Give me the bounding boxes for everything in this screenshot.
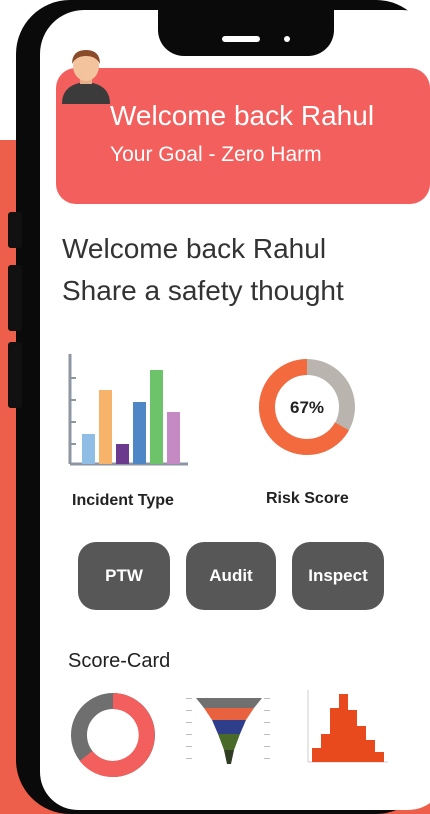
volume-up-button xyxy=(8,265,22,331)
volume-down-button xyxy=(8,342,22,408)
risk-score-label: Risk Score xyxy=(266,490,349,507)
greeting-line-1: Welcome back Rahul xyxy=(62,233,327,264)
inspect-button[interactable]: Inspect xyxy=(292,542,384,610)
scorecard-donut[interactable] xyxy=(68,690,158,780)
header-title: Welcome back Rahul xyxy=(110,100,375,131)
greeting-line-2: Share a safety thought xyxy=(62,275,344,306)
header-subtitle: Your Goal - Zero Harm xyxy=(110,143,322,166)
mute-switch xyxy=(8,212,22,248)
audit-button[interactable]: Audit xyxy=(186,542,276,610)
scorecard-title: Score-Card xyxy=(68,650,171,672)
chart-bar xyxy=(167,412,180,464)
incident-type-chart[interactable] xyxy=(64,350,214,470)
user-avatar-icon[interactable] xyxy=(56,44,116,114)
chart-bar xyxy=(150,370,163,464)
incident-type-label: Incident Type xyxy=(72,492,174,509)
scorecard-funnel-chart[interactable] xyxy=(186,690,276,770)
ptw-button[interactable]: PTW xyxy=(78,542,170,610)
chart-bar xyxy=(99,390,112,464)
chart-bar xyxy=(82,434,95,464)
camera-dot xyxy=(284,36,290,42)
chart-bar xyxy=(116,444,129,464)
speaker-grille xyxy=(222,36,260,42)
risk-score-donut[interactable]: 67% xyxy=(252,352,362,462)
scorecard-histogram[interactable] xyxy=(302,686,392,772)
chart-bar xyxy=(133,402,146,464)
risk-score-value: 67% xyxy=(290,398,324,417)
phone-notch xyxy=(158,10,334,56)
